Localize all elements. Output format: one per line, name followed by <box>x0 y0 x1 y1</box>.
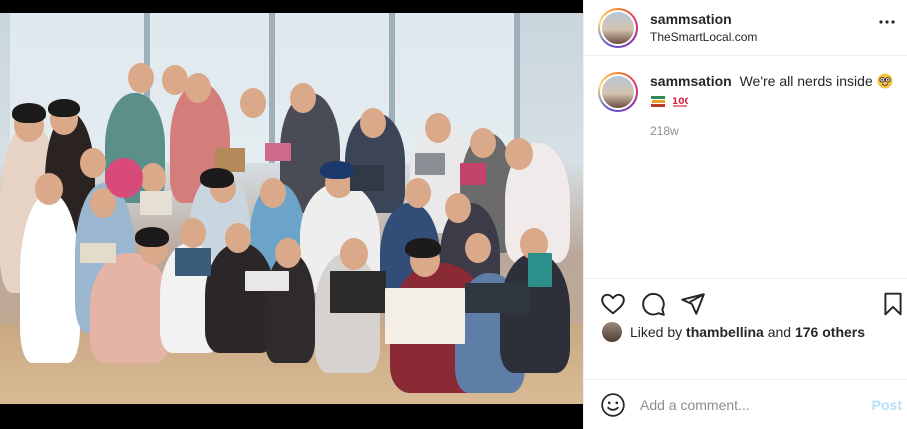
avatar[interactable] <box>600 9 636 46</box>
story-ring[interactable] <box>598 72 638 112</box>
post-sidebar: sammsation TheSmartLocal.com sammsation … <box>583 0 907 429</box>
username-link[interactable]: sammsation <box>650 11 757 27</box>
bookmark-icon[interactable] <box>880 291 906 317</box>
header-text: sammsation TheSmartLocal.com <box>650 11 757 44</box>
more-horizontal-icon[interactable] <box>875 10 899 34</box>
likes-prefix: Liked by <box>630 324 683 340</box>
comment-input[interactable] <box>640 396 872 413</box>
nerd-face-emoji <box>877 73 893 89</box>
group-photo <box>0 13 583 404</box>
location-link[interactable]: TheSmartLocal.com <box>650 30 757 44</box>
action-bar <box>584 278 907 328</box>
liker-username-link[interactable]: thambellina <box>686 324 764 340</box>
post-header: sammsation TheSmartLocal.com <box>584 0 907 56</box>
avatar[interactable] <box>600 74 636 110</box>
heart-icon[interactable] <box>600 291 626 317</box>
post-media[interactable] <box>0 0 583 429</box>
caption-text: We're all nerds inside <box>739 73 873 89</box>
post-comment-button[interactable]: Post <box>872 397 902 413</box>
books-emoji <box>651 96 665 107</box>
share-icon[interactable] <box>680 291 706 317</box>
emoji-picker-icon[interactable] <box>600 392 626 418</box>
caption: sammsation We're all nerds inside 100 21… <box>598 72 898 140</box>
crowd-of-people <box>0 53 583 393</box>
caption-body: sammsation We're all nerds inside 100 21… <box>650 72 895 140</box>
comment-box: Post <box>584 379 907 429</box>
likes-connector: and <box>767 324 792 340</box>
more-horizontal-icon-svg <box>879 20 895 24</box>
hundred-points-emoji: 100 <box>672 97 688 107</box>
likes-summary: Liked by thambellina and 176 others <box>602 322 865 342</box>
post-timestamp[interactable]: 218w <box>650 122 895 140</box>
likes-others-link[interactable]: 176 others <box>795 324 865 340</box>
comment-icon[interactable] <box>640 291 666 317</box>
story-ring[interactable] <box>598 7 638 48</box>
liker-avatar[interactable] <box>602 322 622 342</box>
caption-username-link[interactable]: sammsation <box>650 73 732 89</box>
